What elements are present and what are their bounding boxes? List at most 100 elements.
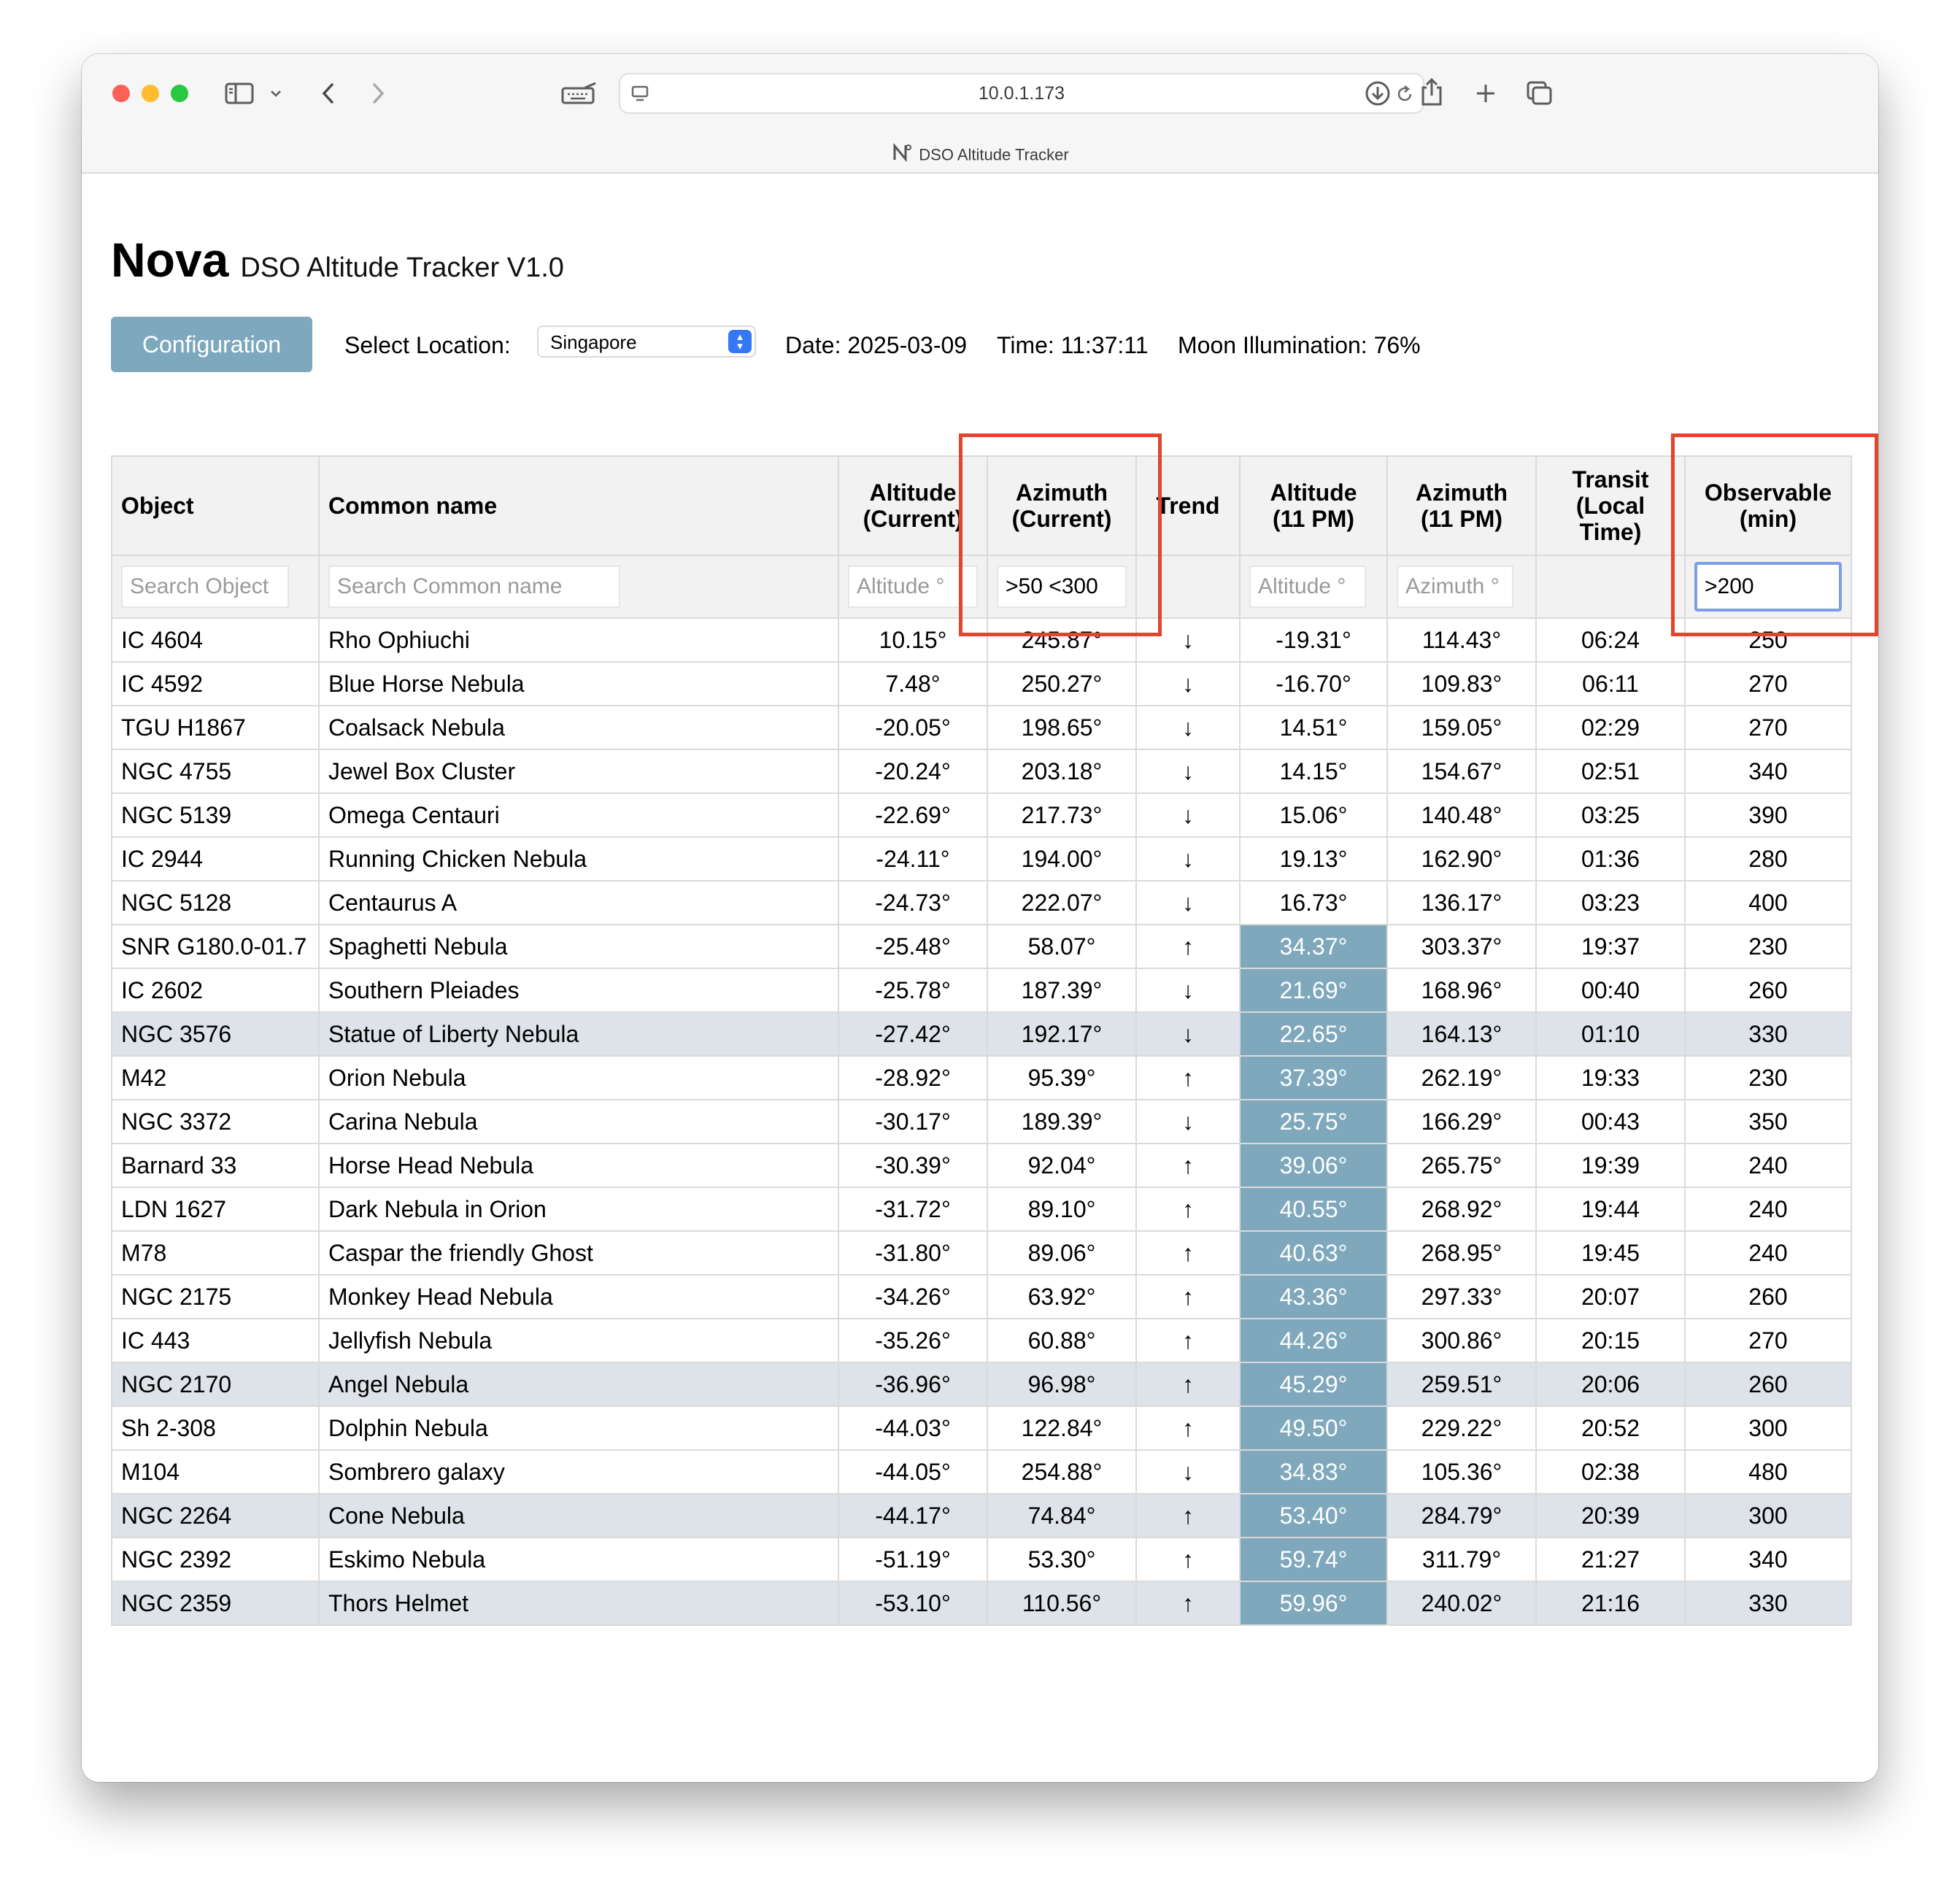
new-tab-icon[interactable]	[1471, 79, 1500, 108]
table-row[interactable]: NGC 2170 Angel Nebula -36.96° 96.98° ↑ 45.29°…	[111, 1362, 1852, 1407]
altitude-11pm-filter[interactable]	[1249, 566, 1366, 608]
table-row[interactable]: NGC 4755 Jewel Box Cluster -20.24° 203.18° ↓…	[111, 749, 1852, 794]
azimuth-11pm-filter[interactable]	[1397, 566, 1513, 608]
location-select[interactable]: Singapore ▴ ▾	[537, 325, 756, 358]
cell-common-name: Monkey Head Nebula	[318, 1274, 839, 1319]
filter-cell-common	[318, 555, 839, 619]
cell-azimuth-current: 89.06°	[987, 1230, 1137, 1276]
cell-azimuth-11pm: 265.75°	[1386, 1143, 1537, 1188]
minimize-window-button[interactable]	[142, 85, 159, 102]
cell-common-name: Cone Nebula	[318, 1493, 839, 1538]
reader-keyboard-icon[interactable]	[559, 80, 600, 107]
table-row[interactable]: M104 Sombrero galaxy -44.05° 254.88° ↓ 34.83°…	[111, 1449, 1852, 1494]
cell-azimuth-current: 63.92°	[987, 1274, 1137, 1319]
cell-azimuth-current: 198.65°	[987, 705, 1137, 750]
cell-azimuth-11pm: 229.22°	[1386, 1405, 1537, 1451]
cell-object: NGC 2175	[111, 1274, 320, 1319]
close-window-button[interactable]	[112, 85, 130, 102]
chevron-down-icon[interactable]	[269, 86, 283, 101]
app-subtitle: DSO Altitude Tracker V1.0	[240, 252, 564, 283]
table-row[interactable]: NGC 5139 Omega Centauri -22.69° 217.73° ↓ 15.…	[111, 792, 1852, 838]
cell-object: NGC 5139	[111, 792, 320, 838]
cell-trend: ↓	[1135, 1011, 1241, 1057]
location-value: Singapore	[550, 331, 637, 353]
cell-altitude-current: -20.24°	[838, 749, 988, 794]
cell-observable: 260	[1684, 968, 1852, 1013]
table-row[interactable]: Sh 2-308 Dolphin Nebula -44.03° 122.84° ↑ 49.…	[111, 1405, 1852, 1451]
cell-altitude-11pm: 25.75°	[1239, 1099, 1388, 1144]
table-row[interactable]: IC 2602 Southern Pleiades -25.78° 187.39° ↓ 2…	[111, 968, 1852, 1013]
cell-trend: ↑	[1135, 1405, 1241, 1451]
cell-transit: 19:39	[1535, 1143, 1686, 1188]
cell-azimuth-current: 89.10°	[987, 1187, 1137, 1232]
cell-common-name: Eskimo Nebula	[318, 1537, 839, 1582]
cell-azimuth-current: 222.07°	[987, 880, 1137, 925]
table-row[interactable]: NGC 2359 Thors Helmet -53.10° 110.56° ↑ 59.96…	[111, 1581, 1852, 1626]
table-row[interactable]: NGC 2264 Cone Nebula -44.17° 74.84° ↑ 53.40° 2…	[111, 1493, 1852, 1538]
table-row[interactable]: M78 Caspar the friendly Ghost -31.80° 89.06…	[111, 1230, 1852, 1276]
table-row[interactable]: NGC 2175 Monkey Head Nebula -34.26° 63.92° ↑…	[111, 1274, 1852, 1319]
address-bar[interactable]: 10.0.1.173	[619, 73, 1424, 114]
active-tab[interactable]: DSO Altitude Tracker	[82, 142, 1878, 169]
cell-azimuth-11pm: 168.96°	[1386, 968, 1537, 1013]
sidebar-toggle-icon[interactable]	[223, 80, 255, 107]
cell-object: NGC 3576	[111, 1011, 320, 1057]
cell-trend: ↑	[1135, 1274, 1241, 1319]
cell-altitude-11pm: 34.83°	[1239, 1449, 1388, 1494]
header-altitude-11pm[interactable]: Altitude (11 PM)	[1239, 455, 1388, 556]
cell-altitude-current: -25.48°	[838, 924, 988, 969]
cell-azimuth-11pm: 303.37°	[1386, 924, 1537, 969]
table-row[interactable]: M42 Orion Nebula -28.92° 95.39° ↑ 37.39° 262.1…	[111, 1055, 1852, 1100]
header-object[interactable]: Object	[111, 455, 320, 556]
cell-transit: 21:27	[1535, 1537, 1686, 1582]
cell-azimuth-11pm: 136.17°	[1386, 880, 1537, 925]
cell-azimuth-11pm: 162.90°	[1386, 836, 1537, 882]
cell-common-name: Dolphin Nebula	[318, 1405, 839, 1451]
cell-common-name: Statue of Liberty Nebula	[318, 1011, 839, 1057]
cell-altitude-current: -53.10°	[838, 1581, 988, 1626]
cell-transit: 20:15	[1535, 1318, 1686, 1363]
cell-observable: 340	[1684, 749, 1852, 794]
table-row[interactable]: NGC 3576 Statue of Liberty Nebula -27.42° 1…	[111, 1011, 1852, 1057]
cell-observable: 240	[1684, 1230, 1852, 1276]
zoom-window-button[interactable]	[171, 85, 188, 102]
url-text[interactable]: 10.0.1.173	[620, 74, 1423, 112]
table-row[interactable]: NGC 3372 Carina Nebula -30.17° 189.39° ↓ 25.7…	[111, 1099, 1852, 1144]
reload-icon[interactable]	[1394, 83, 1416, 105]
table-row[interactable]: LDN 1627 Dark Nebula in Orion -31.72° 89.10…	[111, 1187, 1852, 1232]
cell-common-name: Caspar the friendly Ghost	[318, 1230, 839, 1276]
cell-object: IC 443	[111, 1318, 320, 1363]
header-azimuth-11pm[interactable]: Azimuth (11 PM)	[1386, 455, 1537, 556]
configuration-button[interactable]: Configuration	[111, 317, 312, 372]
search-object-input[interactable]	[121, 566, 289, 608]
table-row[interactable]: NGC 2392 Eskimo Nebula -51.19° 53.30° ↑ 59.74…	[111, 1537, 1852, 1582]
table-row[interactable]: IC 2944 Running Chicken Nebula -24.11° 194.…	[111, 836, 1852, 882]
cell-observable: 240	[1684, 1187, 1852, 1232]
tab-overview-icon[interactable]	[1524, 79, 1554, 108]
cell-object: IC 4604	[111, 617, 320, 663]
table-row[interactable]: Barnard 33 Horse Head Nebula -30.39° 92.04°…	[111, 1143, 1852, 1188]
share-icon[interactable]	[1417, 76, 1446, 108]
forward-icon[interactable]	[368, 79, 390, 108]
back-icon[interactable]	[317, 79, 339, 108]
page-content: Nova DSO Altitude Tracker V1.0 Configurat…	[82, 174, 1878, 1782]
table-row[interactable]: TGU H1867 Coalsack Nebula -20.05° 198.65° ↓ 1…	[111, 705, 1852, 750]
cell-altitude-current: -20.05°	[838, 705, 988, 750]
table-row[interactable]: IC 4592 Blue Horse Nebula 7.48° 250.27° ↓ -16…	[111, 661, 1852, 706]
cell-azimuth-11pm: 140.48°	[1386, 792, 1537, 838]
cell-common-name: Sombrero galaxy	[318, 1449, 839, 1494]
table-row[interactable]: NGC 5128 Centaurus A -24.73° 222.07° ↓ 16.73°…	[111, 880, 1852, 925]
download-icon[interactable]	[1363, 79, 1392, 108]
filter-cell-alt-11pm	[1239, 555, 1388, 619]
tab-title-text: DSO Altitude Tracker	[919, 145, 1069, 164]
table-row[interactable]: IC 443 Jellyfish Nebula -35.26° 60.88° ↑ 44.2…	[111, 1318, 1852, 1363]
cell-common-name: Southern Pleiades	[318, 968, 839, 1013]
header-transit[interactable]: Transit (Local Time)	[1535, 455, 1686, 556]
cell-trend: ↑	[1135, 924, 1241, 969]
cell-object: LDN 1627	[111, 1187, 320, 1232]
search-common-name-input[interactable]	[328, 566, 620, 608]
cell-transit: 03:25	[1535, 792, 1686, 838]
table-row[interactable]: SNR G180.0-01.7 Spaghetti Nebula -25.48° 58…	[111, 924, 1852, 969]
header-common-name[interactable]: Common name	[318, 455, 839, 556]
cell-trend: ↓	[1135, 661, 1241, 706]
